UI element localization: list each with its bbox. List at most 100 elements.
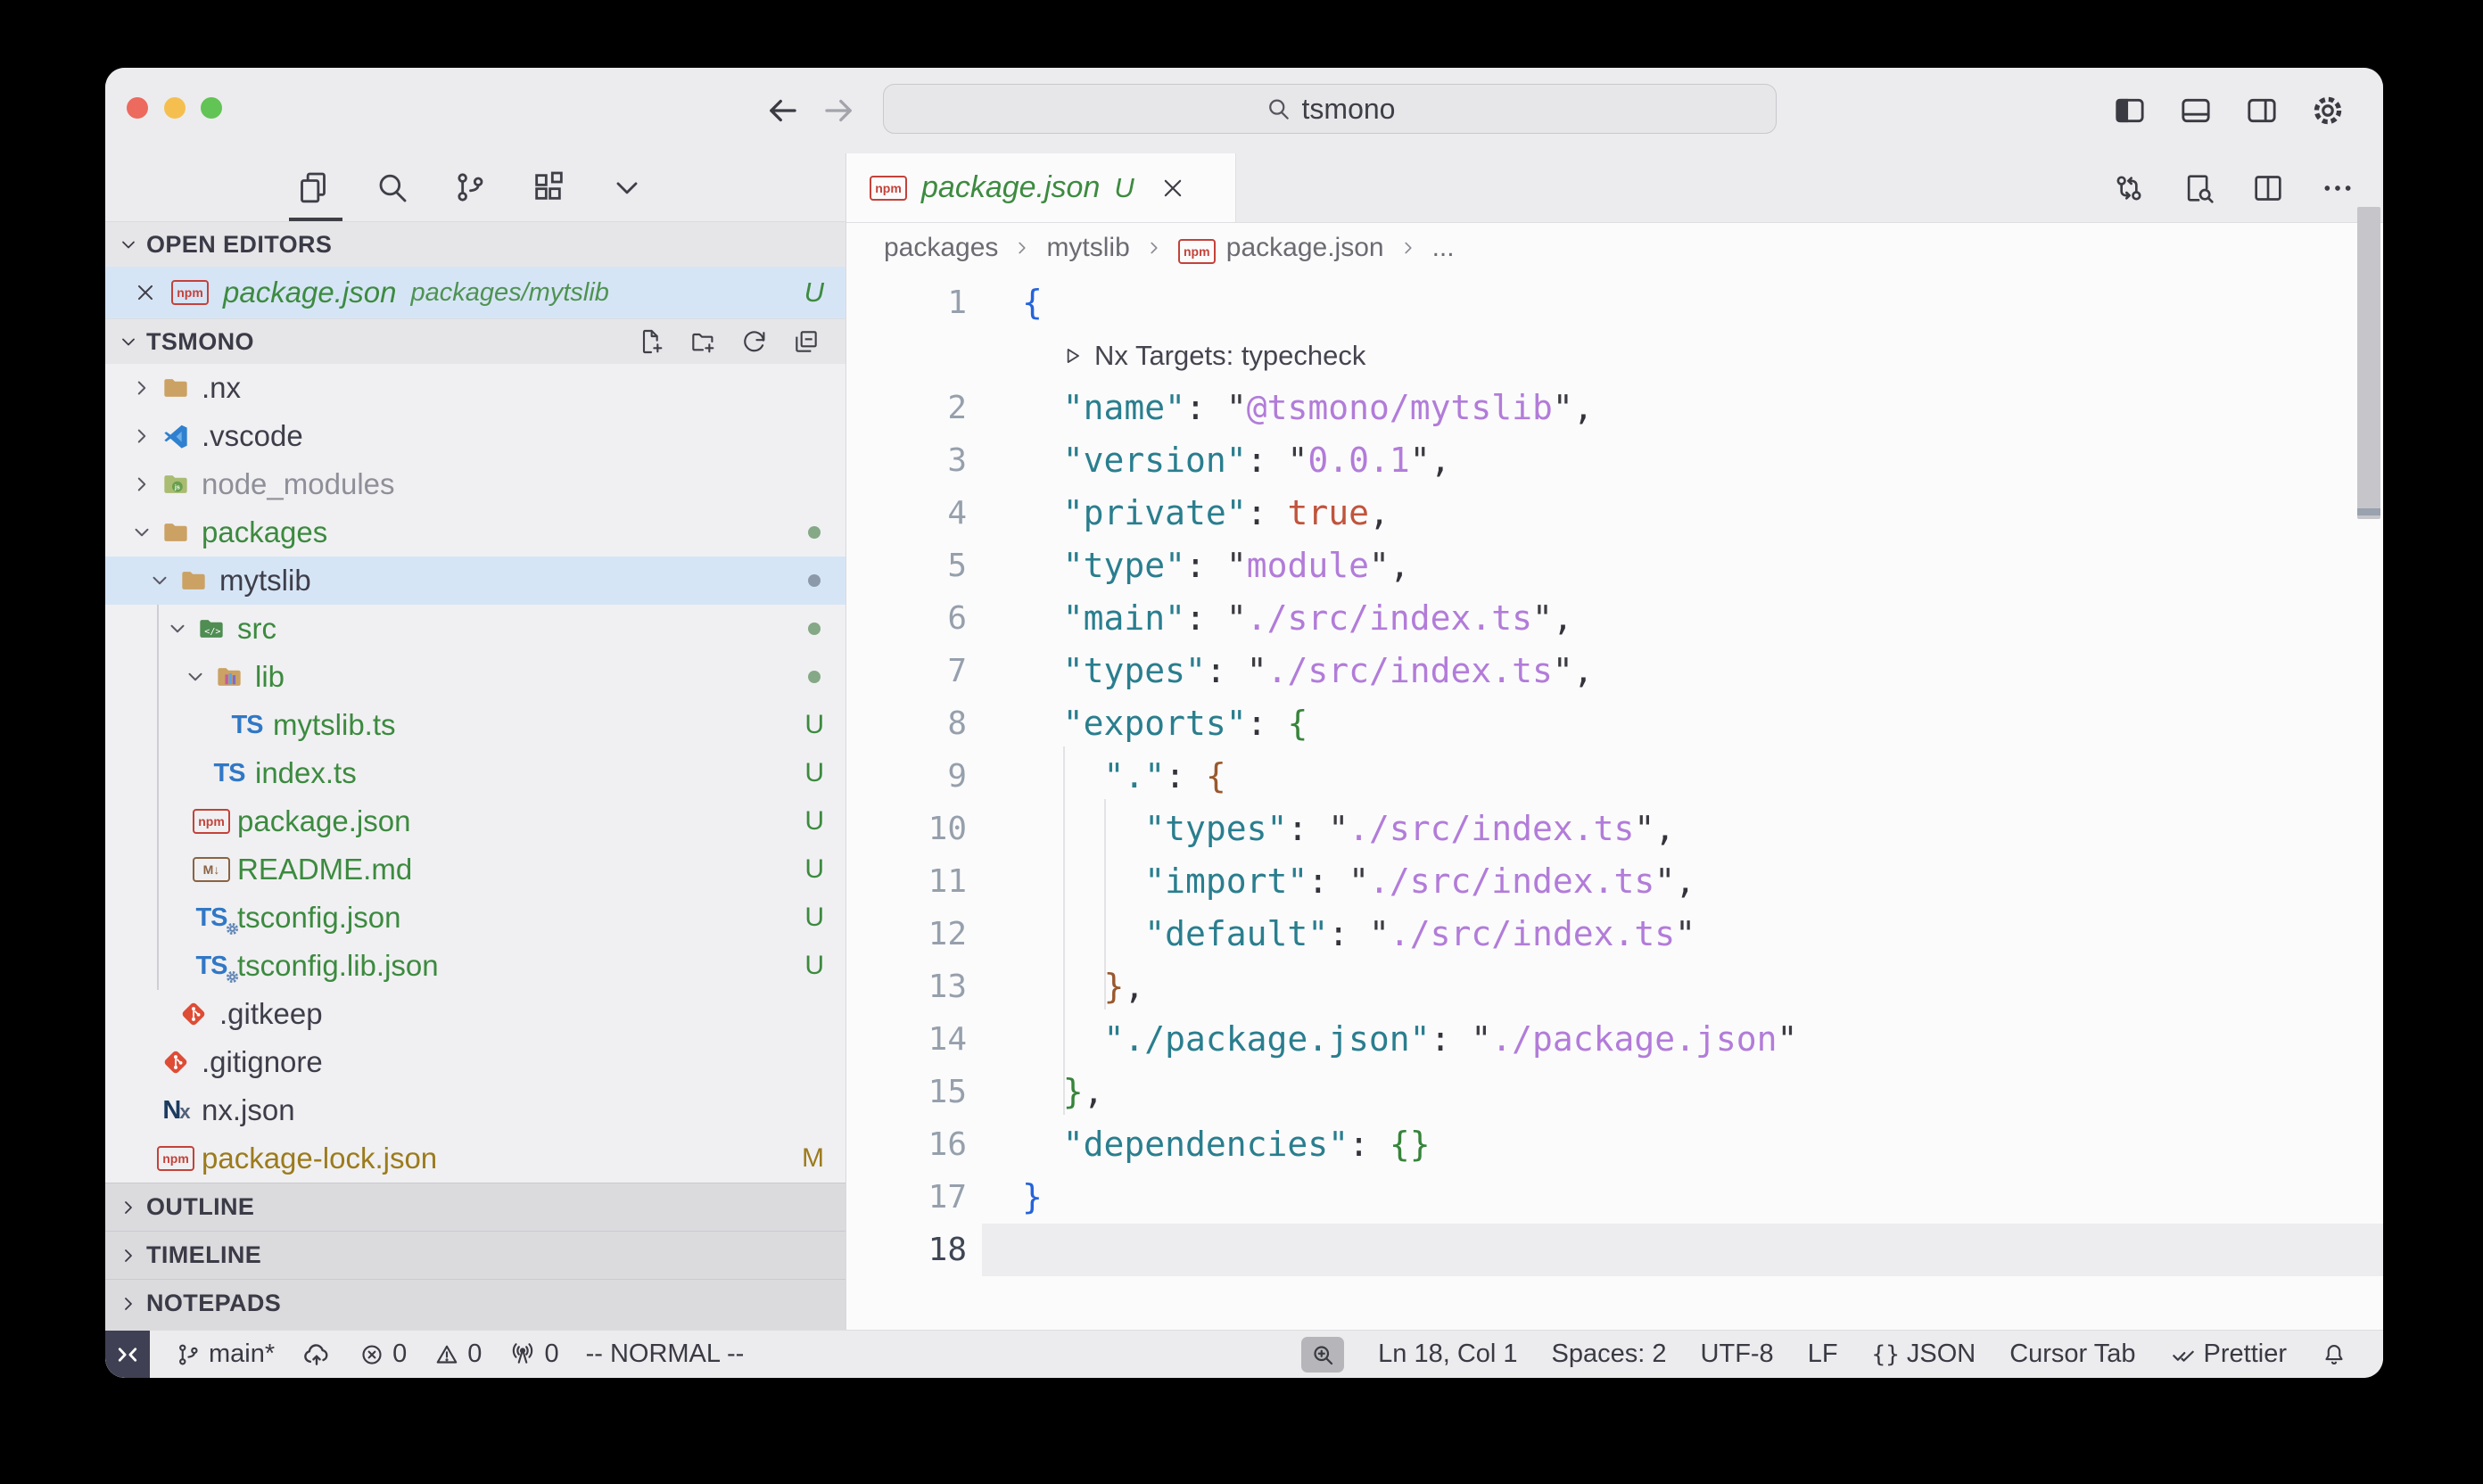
close-window-button[interactable]	[127, 97, 148, 119]
language-mode-item[interactable]: {} JSON	[1872, 1340, 1976, 1369]
code-line-11[interactable]: 11 "import": "./src/index.ts",	[846, 855, 2383, 908]
minimize-window-button[interactable]	[164, 97, 186, 119]
search-editor-icon[interactable]	[2180, 169, 2217, 207]
formatter-item[interactable]: Prettier	[2170, 1340, 2287, 1369]
tree-item-nx.json[interactable]: Nxnx.json	[105, 1086, 846, 1134]
line-number[interactable]: 1	[846, 276, 967, 329]
notifications-item[interactable]	[2321, 1341, 2347, 1368]
tree-item-.gitkeep[interactable]: .gitkeep	[105, 990, 846, 1038]
line-number[interactable]: 15	[846, 1066, 967, 1118]
toggle-panel-icon[interactable]	[2176, 91, 2215, 130]
tree-item-lib[interactable]: lib	[105, 653, 846, 701]
toggle-secondary-sidebar-icon[interactable]	[2242, 91, 2281, 130]
line-number[interactable]: 3	[846, 434, 967, 487]
chevron-down-icon[interactable]	[164, 615, 191, 642]
toggle-primary-sidebar-icon[interactable]	[2110, 91, 2149, 130]
code-line-16[interactable]: 16 "dependencies": {}	[846, 1118, 2383, 1171]
more-views-chevron-icon[interactable]	[608, 169, 646, 206]
code-line-7[interactable]: 7 "types": "./src/index.ts",	[846, 645, 2383, 697]
open-changes-icon[interactable]	[2110, 169, 2148, 207]
line-number[interactable]: 18	[846, 1224, 967, 1276]
chevron-right-icon[interactable]	[128, 471, 155, 498]
line-number[interactable]: 4	[846, 487, 967, 540]
line-number[interactable]: 11	[846, 855, 967, 908]
breadcrumb-item[interactable]: mytslib	[1046, 233, 1129, 263]
open-editor-item[interactable]: npm package.json packages/mytslib U	[105, 267, 846, 318]
code-line-9[interactable]: 9 ".": {	[846, 750, 2383, 803]
explorer-section-header[interactable]: TSMONO	[105, 318, 846, 364]
code-line-3[interactable]: 3 "version": "0.0.1",	[846, 434, 2383, 487]
command-center-search[interactable]: tsmono	[883, 84, 1777, 134]
navigate-forward-icon[interactable]	[816, 87, 862, 134]
close-tab-icon[interactable]	[1158, 173, 1188, 203]
vim-mode-item[interactable]: -- NORMAL --	[586, 1340, 745, 1369]
line-number[interactable]: 5	[846, 540, 967, 592]
code-editor[interactable]: 1{Nx Targets: typecheck2 "name": "@tsmon…	[846, 273, 2383, 1331]
section-header-timeline[interactable]: TIMELINE	[105, 1231, 846, 1279]
tree-item-src[interactable]: </>src	[105, 605, 846, 653]
encoding-item[interactable]: UTF-8	[1701, 1340, 1774, 1369]
tree-item-mytslib.ts[interactable]: TSmytslib.tsU	[105, 701, 846, 749]
new-file-icon[interactable]	[637, 327, 665, 356]
code-line-14[interactable]: 14 "./package.json": "./package.json"	[846, 1013, 2383, 1066]
remote-indicator[interactable]	[105, 1331, 150, 1378]
settings-gear-icon[interactable]	[2308, 91, 2347, 130]
line-number[interactable]: 14	[846, 1013, 967, 1066]
breadcrumb-item[interactable]: ...	[1432, 233, 1455, 263]
code-line-15[interactable]: 15 },	[846, 1066, 2383, 1118]
tree-item-package.json[interactable]: npmpackage.jsonU	[105, 797, 846, 845]
publish-item[interactable]	[301, 1340, 332, 1370]
line-number[interactable]: 16	[846, 1118, 967, 1171]
tree-item-node-modules[interactable]: jsnode_modules	[105, 460, 846, 508]
code-line-17[interactable]: 17}	[846, 1171, 2383, 1224]
code-line-1[interactable]: 1{	[846, 276, 2383, 329]
tree-item-index.ts[interactable]: TSindex.tsU	[105, 749, 846, 797]
chevron-down-icon[interactable]	[128, 519, 155, 546]
tree-item-mytslib[interactable]: mytslib	[105, 556, 846, 605]
collapse-all-icon[interactable]	[792, 327, 821, 356]
line-number[interactable]: 12	[846, 908, 967, 960]
tree-item-tsconfig.lib.json[interactable]: TStsconfig.lib.jsonU	[105, 942, 846, 990]
chevron-down-icon[interactable]	[146, 567, 173, 594]
code-line-18[interactable]: 18	[846, 1224, 2383, 1276]
chevron-right-icon[interactable]	[128, 375, 155, 401]
editor-scrollbar-thumb[interactable]	[2357, 207, 2380, 519]
more-actions-icon[interactable]	[2319, 169, 2356, 207]
line-number[interactable]: 10	[846, 803, 967, 855]
breadcrumb-item[interactable]: npmpackage.json	[1178, 233, 1384, 264]
open-editors-header[interactable]: OPEN EDITORS	[105, 221, 846, 267]
section-header-outline[interactable]: OUTLINE	[105, 1183, 846, 1231]
code-line-4[interactable]: 4 "private": true,	[846, 487, 2383, 540]
navigate-back-icon[interactable]	[759, 87, 805, 134]
chevron-down-icon[interactable]	[182, 664, 209, 690]
tree-item-.nx[interactable]: .nx	[105, 364, 846, 412]
line-number[interactable]: 13	[846, 960, 967, 1013]
code-line-8[interactable]: 8 "exports": {	[846, 697, 2383, 750]
git-branch-item[interactable]: main*	[175, 1340, 275, 1369]
section-header-notepads[interactable]: NOTEPADS	[105, 1279, 846, 1327]
ports-item[interactable]: 0	[508, 1340, 558, 1369]
source-control-icon[interactable]	[451, 169, 489, 206]
code-line-2[interactable]: 2 "name": "@tsmono/mytslib",	[846, 382, 2383, 434]
code-line-6[interactable]: 6 "main": "./src/index.ts",	[846, 592, 2383, 645]
screencast-zoom-indicator[interactable]	[1301, 1337, 1344, 1373]
search-view-icon[interactable]	[373, 169, 410, 206]
line-number[interactable]: 6	[846, 592, 967, 645]
split-editor-icon[interactable]	[2249, 169, 2287, 207]
indentation-item[interactable]: Spaces: 2	[1552, 1340, 1667, 1369]
line-number[interactable]: 2	[846, 382, 967, 434]
code-line-10[interactable]: 10 "types": "./src/index.ts",	[846, 803, 2383, 855]
refresh-icon[interactable]	[740, 327, 769, 356]
chevron-right-icon[interactable]	[128, 423, 155, 449]
tree-item-.vscode[interactable]: .vscode	[105, 412, 846, 460]
cursor-position-item[interactable]: Ln 18, Col 1	[1378, 1340, 1517, 1369]
code-line-5[interactable]: 5 "type": "module",	[846, 540, 2383, 592]
explorer-files-icon[interactable]	[294, 169, 332, 206]
eol-item[interactable]: LF	[1808, 1340, 1838, 1369]
extensions-icon[interactable]	[530, 169, 567, 206]
codelens-nx-targets[interactable]: Nx Targets: typecheck	[846, 329, 2383, 382]
tree-item-readme.md[interactable]: M↓README.mdU	[105, 845, 846, 894]
cursor-tab-item[interactable]: Cursor Tab	[2009, 1340, 2135, 1369]
code-line-13[interactable]: 13 },	[846, 960, 2383, 1013]
breadcrumb-item[interactable]: packages	[884, 233, 998, 263]
